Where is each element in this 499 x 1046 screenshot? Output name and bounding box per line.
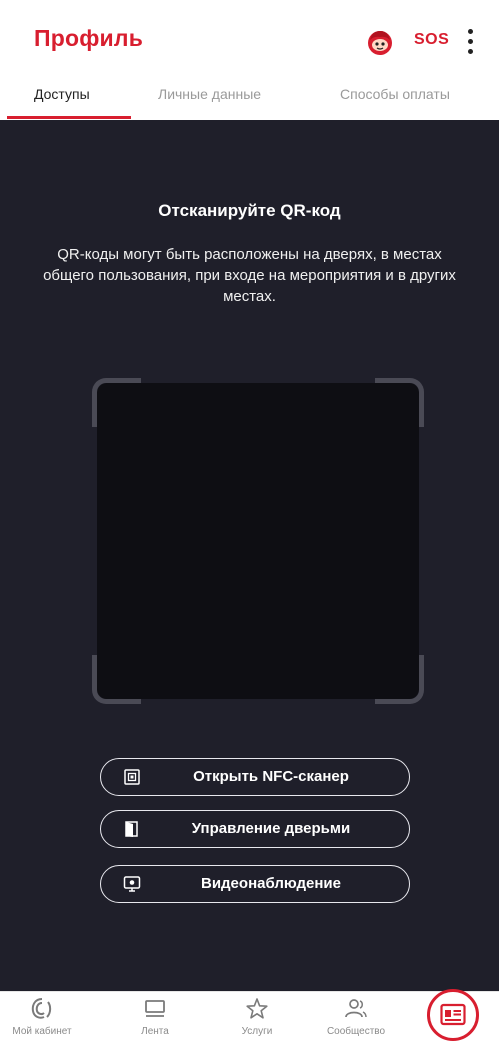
tab-access[interactable]: Доступы — [34, 86, 90, 102]
community-icon — [343, 996, 369, 1022]
video-monitor-icon — [123, 875, 141, 893]
door-control-button[interactable]: Управление дверьми — [100, 810, 410, 848]
sos-button[interactable]: SOS — [414, 31, 449, 49]
open-nfc-scanner-button[interactable]: Открыть NFC-сканер — [100, 758, 410, 796]
app-header: Профиль SOS — [0, 0, 499, 80]
viewfinder-corner — [375, 655, 424, 704]
active-tab-indicator — [7, 116, 131, 119]
id-card-button[interactable] — [427, 989, 479, 1041]
nav-label-my-cabinet: Мой кабинет — [12, 1026, 72, 1037]
nfc-scanner-label: Открыть NFC-сканер — [193, 768, 349, 785]
scanner-description: QR-коды могут быть расположены на дверях… — [43, 246, 456, 305]
nav-item-my-cabinet[interactable]: Мой кабинет — [12, 992, 72, 1046]
scanner-title: Отсканируйте QR-код — [158, 201, 341, 220]
viewfinder-corner — [92, 378, 141, 427]
bottom-navigation: Мой кабинет Лента Услуги Сообщество — [0, 989, 499, 1046]
camera-viewfinder — [92, 378, 424, 704]
nav-label-community: Сообщество — [326, 1026, 386, 1037]
video-surveillance-button[interactable]: Видеонаблюдение — [100, 865, 410, 903]
nfc-icon — [123, 768, 141, 786]
video-surveillance-label: Видеонаблюдение — [200, 875, 341, 892]
door-icon — [123, 820, 141, 838]
kebab-menu-icon[interactable] — [465, 27, 475, 57]
star-icon — [244, 996, 270, 1022]
cabinet-logo-icon — [29, 996, 55, 1022]
tab-personal-data[interactable]: Личные данные — [158, 86, 261, 102]
door-control-label: Управление дверьми — [191, 820, 351, 837]
id-card-icon — [440, 1003, 466, 1026]
viewfinder-corner — [375, 378, 424, 427]
nav-label-feed: Лента — [141, 1026, 169, 1037]
nav-item-services[interactable]: Услуги — [227, 992, 287, 1046]
qr-scanner-panel: Отсканируйте QR-код QR-коды могут быть р… — [0, 120, 499, 991]
mascot-icon[interactable] — [366, 28, 394, 56]
nav-label-services: Услуги — [241, 1026, 273, 1037]
page-title: Профиль — [34, 25, 144, 51]
feed-icon — [142, 996, 168, 1022]
tab-payment-methods[interactable]: Способы оплаты — [340, 86, 450, 102]
nav-item-feed[interactable]: Лента — [125, 992, 185, 1046]
viewfinder-corner — [92, 655, 141, 704]
tab-bar: Доступы Личные данные Способы оплаты — [0, 80, 499, 120]
nav-item-community[interactable]: Сообщество — [326, 992, 386, 1046]
